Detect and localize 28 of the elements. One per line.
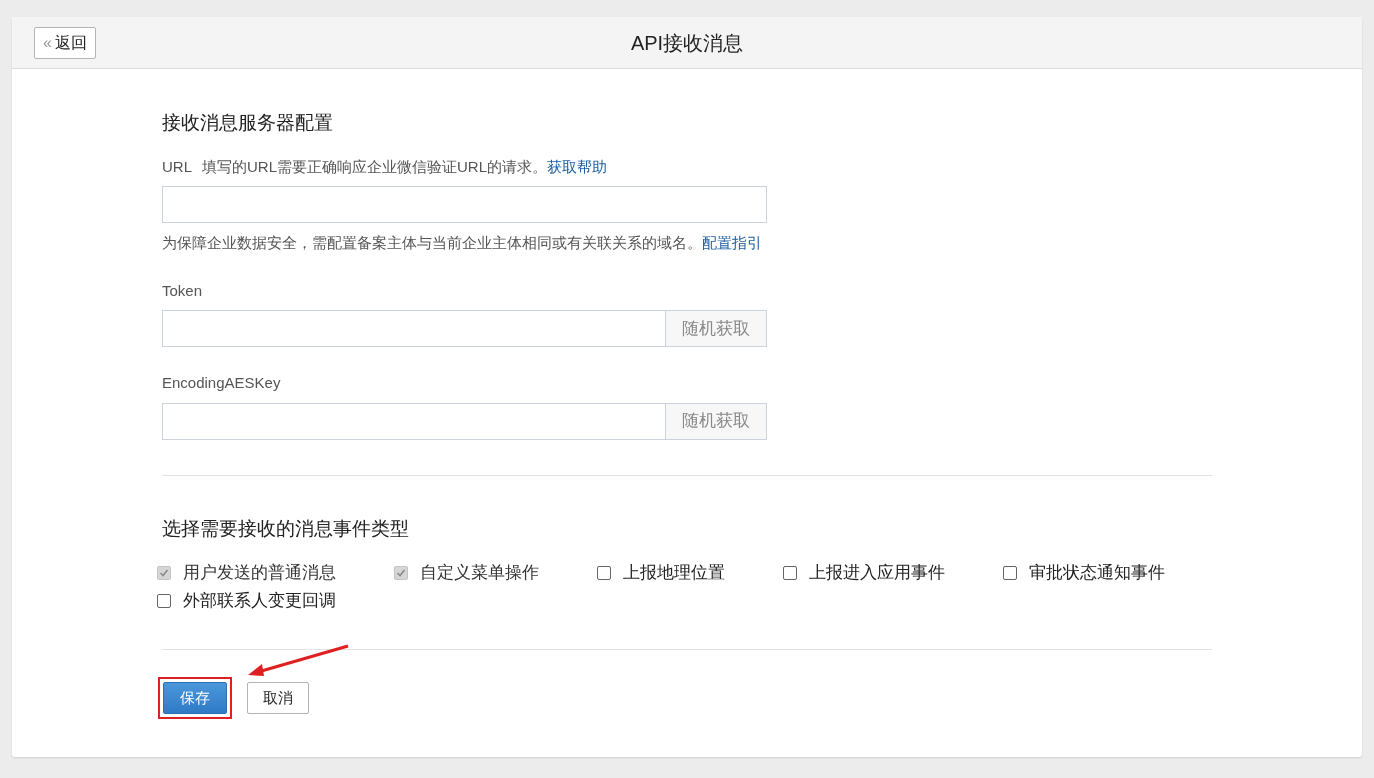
cancel-button[interactable]: 取消	[247, 682, 309, 714]
section-heading: 接收消息服务器配置	[162, 111, 334, 135]
save-button[interactable]: 保存	[163, 682, 227, 714]
checkbox[interactable]	[1003, 566, 1017, 580]
field-label: URL	[162, 156, 192, 177]
checkbox-label: 自定义菜单操作	[420, 562, 539, 585]
checkbox[interactable]	[783, 566, 797, 580]
domain-note: 为保障企业数据安全，需配置备案主体与当前企业主体相同或有关联关系的域名。配置指引	[162, 233, 763, 253]
checkbox-label: 用户发送的普通消息	[183, 562, 336, 585]
checkbox-label: 审批状态通知事件	[1029, 562, 1165, 585]
checkbox[interactable]	[597, 566, 611, 580]
page-title: API接收消息	[630, 30, 744, 56]
help-text: 填写的URL需要正确响应企业微信验证URL的请求。获取帮助	[202, 156, 608, 177]
checkbox[interactable]	[157, 594, 171, 608]
help-link[interactable]: 获取帮助	[547, 157, 608, 175]
field-label: EncodingAESKey	[162, 373, 282, 393]
checkmark-icon	[396, 568, 406, 578]
text-input-field[interactable]	[162, 310, 665, 347]
checkbox-label: 上报进入应用事件	[809, 562, 945, 585]
checkbox-label: 外部联系人变更回调	[183, 590, 336, 613]
back-button[interactable]: « 返回	[34, 26, 96, 59]
section-heading: 选择需要接收的消息事件类型	[162, 516, 410, 541]
field-label: Token	[162, 280, 204, 301]
text-input-field[interactable]	[162, 186, 767, 223]
checkbox-label: 上报地理位置	[623, 562, 725, 585]
config-guide-link[interactable]: 配置指引	[702, 234, 762, 251]
checkmark-icon	[159, 568, 169, 578]
text-input-field[interactable]	[162, 402, 665, 440]
